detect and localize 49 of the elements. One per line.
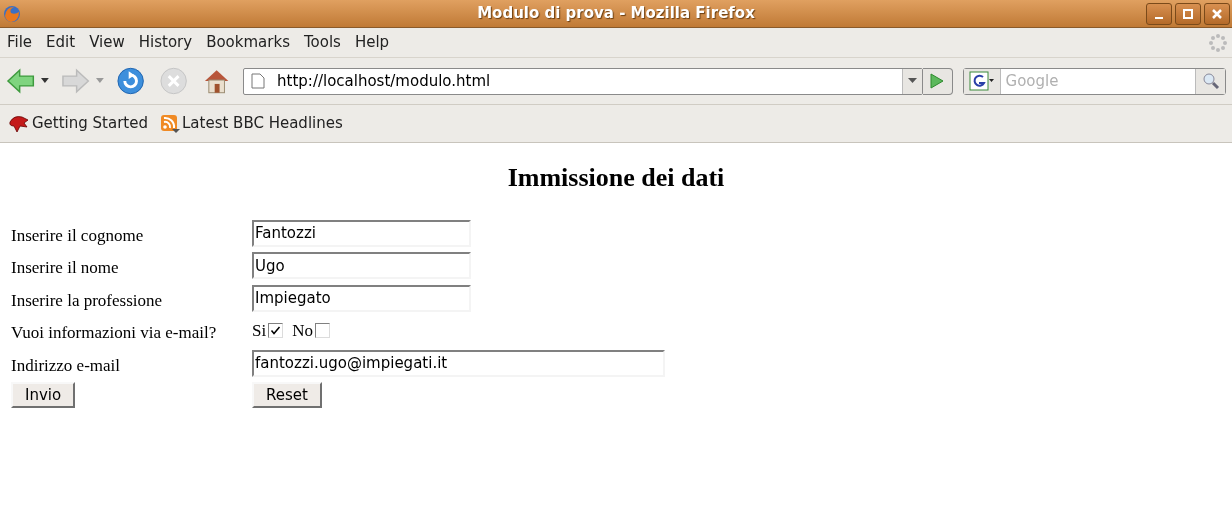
text-field[interactable]: fantozzi.ugo@impiegati.it: [252, 349, 665, 377]
option-label: Si: [252, 320, 267, 342]
address-bar[interactable]: http://localhost/modulo.html: [243, 67, 924, 95]
menu-item[interactable]: File: [0, 27, 40, 58]
close-icon: [1212, 8, 1222, 19]
search-engine-button[interactable]: [963, 68, 1001, 94]
throbber-icon: [1208, 32, 1228, 53]
search-button[interactable]: [1195, 68, 1226, 94]
window-title: Modulo di prova - Mozilla Firefox: [477, 3, 755, 25]
menu-item[interactable]: Bookmarks: [199, 27, 297, 58]
text-field[interactable]: Impiegato: [252, 284, 471, 312]
url-text: http://localhost/modulo.html: [277, 70, 491, 92]
field-label: Vuoi informazioni via e-mail?: [11, 322, 218, 344]
menu-item[interactable]: History: [131, 27, 200, 58]
g-logo-icon: [968, 71, 995, 91]
rss-feed-icon: [160, 113, 180, 134]
menu-item[interactable]: View: [82, 27, 132, 58]
play-icon: [930, 73, 945, 89]
history-dropdown-button[interactable]: [902, 68, 923, 94]
close-button[interactable]: [1204, 2, 1230, 25]
option-label: No: [292, 320, 313, 342]
maximize-button[interactable]: [1175, 2, 1201, 25]
text-field[interactable]: Fantozzi: [252, 219, 471, 247]
checkbox[interactable]: [268, 323, 284, 339]
field-label: Indirizzo e-mail: [11, 354, 122, 377]
caret-icon: [908, 78, 918, 84]
go-button[interactable]: [923, 67, 953, 95]
minimize-icon: [1155, 16, 1163, 19]
checkbox[interactable]: [314, 323, 330, 339]
reset-button[interactable]: Reset: [252, 381, 322, 408]
page-heading: Immissione dei dati: [506, 162, 726, 194]
field-label: Inserire la professione: [11, 289, 164, 312]
bookmark-item[interactable]: Latest BBC Headlines: [160, 112, 343, 135]
reload-icon[interactable]: [116, 66, 146, 96]
field-label: Inserire il cognome: [11, 224, 145, 247]
field-label: Inserire il nome: [11, 257, 120, 279]
back-arrow-icon[interactable]: [6, 67, 36, 95]
search-placeholder: Google: [1005, 70, 1059, 92]
menu-item[interactable]: Edit: [39, 27, 83, 58]
page-icon: [251, 73, 266, 89]
maximize-icon: [1183, 8, 1193, 19]
text-field[interactable]: Ugo: [252, 252, 471, 280]
menu-item[interactable]: Help: [347, 27, 397, 58]
search-icon: [1201, 72, 1220, 90]
dropdown-caret-icon[interactable]: [41, 78, 50, 84]
minimize-button[interactable]: [1146, 2, 1172, 25]
submit-button[interactable]: Invio: [11, 381, 76, 408]
menu-item[interactable]: Tools: [296, 27, 348, 58]
bookmark-item[interactable]: Getting Started: [8, 112, 148, 135]
